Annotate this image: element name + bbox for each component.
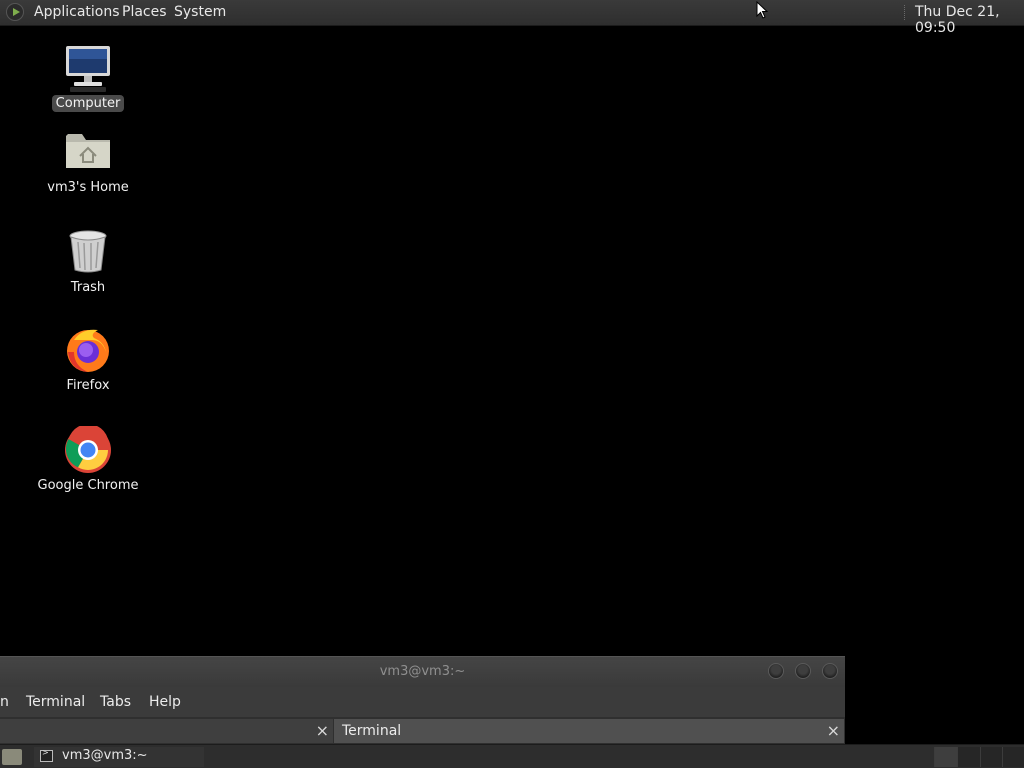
show-desktop-icon[interactable] bbox=[2, 749, 22, 765]
mouse-pointer-icon bbox=[756, 1, 768, 19]
menu-help[interactable]: Help bbox=[149, 694, 181, 710]
panel-separator bbox=[904, 5, 907, 20]
trash-icon bbox=[64, 228, 112, 276]
terminal-icon bbox=[40, 748, 53, 762]
terminal-tab-bar: × Terminal × bbox=[0, 717, 845, 745]
close-tab-icon[interactable]: × bbox=[827, 719, 840, 743]
desktop-icon-label: Firefox bbox=[66, 378, 110, 393]
desktop-icon-firefox[interactable]: Firefox bbox=[28, 326, 148, 394]
close-tab-icon[interactable]: × bbox=[316, 719, 329, 743]
distro-logo-icon[interactable] bbox=[6, 3, 24, 21]
workspace-2[interactable] bbox=[957, 747, 980, 767]
taskbar-item-label: vm3@vm3:~ bbox=[62, 748, 148, 763]
taskbar-item-terminal[interactable]: vm3@vm3:~ bbox=[34, 747, 204, 767]
tab-label: Terminal bbox=[342, 723, 402, 739]
menu-tabs[interactable]: Tabs bbox=[100, 694, 131, 710]
maximize-icon[interactable] bbox=[795, 663, 811, 679]
desktop-screen: Applications Places System Thu Dec 21, 0… bbox=[0, 0, 1024, 768]
terminal-menubar: n Terminal Tabs Help bbox=[0, 689, 845, 717]
desktop-icon-label: Trash bbox=[70, 280, 106, 295]
desktop-icon-label: Google Chrome bbox=[37, 478, 139, 493]
desktop-icon-trash[interactable]: Trash bbox=[28, 228, 148, 296]
top-panel: Applications Places System Thu Dec 21, 0… bbox=[0, 0, 1024, 36]
home-folder-icon bbox=[64, 128, 112, 176]
terminal-window[interactable]: vm3@vm3:~ n Terminal Tabs Help × Termina… bbox=[0, 656, 845, 745]
workspace-1[interactable] bbox=[934, 747, 957, 767]
desktop-icon-label: Computer bbox=[51, 95, 125, 112]
applications-menu[interactable]: Applications bbox=[34, 4, 120, 20]
workspace-3[interactable] bbox=[980, 747, 1003, 767]
bottom-panel: vm3@vm3:~ bbox=[0, 744, 1024, 768]
menu-terminal[interactable]: Terminal bbox=[26, 694, 85, 710]
menu-view-partial[interactable]: n bbox=[0, 694, 9, 710]
places-menu[interactable]: Places bbox=[122, 4, 167, 20]
desktop-icon-chrome[interactable]: Google Chrome bbox=[28, 424, 148, 494]
computer-icon bbox=[64, 44, 112, 92]
terminal-tab[interactable]: × bbox=[0, 719, 333, 743]
window-title: vm3@vm3:~ bbox=[379, 664, 466, 679]
close-window-icon[interactable] bbox=[822, 663, 838, 679]
desktop-icon-label: vm3's Home bbox=[47, 180, 129, 195]
clock[interactable]: Thu Dec 21, 09:50 bbox=[915, 4, 1024, 36]
minimize-icon[interactable] bbox=[768, 663, 784, 679]
terminal-tab-active[interactable]: Terminal × bbox=[334, 719, 844, 743]
chrome-icon bbox=[64, 424, 112, 474]
workspace-4[interactable] bbox=[1002, 747, 1024, 767]
desktop-icon-computer[interactable]: Computer bbox=[28, 44, 148, 112]
firefox-icon bbox=[64, 326, 112, 374]
desktop-icon-home[interactable]: vm3's Home bbox=[28, 128, 148, 196]
system-menu[interactable]: System bbox=[174, 4, 226, 20]
window-titlebar[interactable]: vm3@vm3:~ bbox=[0, 657, 845, 687]
